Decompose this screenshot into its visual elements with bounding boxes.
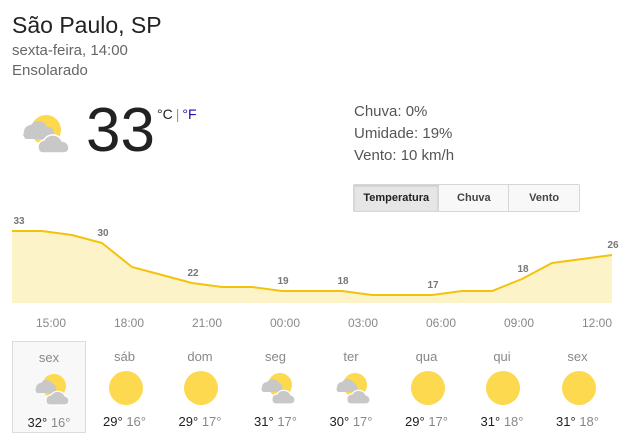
- forecast-low: 18°: [579, 414, 599, 429]
- date-time: sexta-feira, 14:00: [12, 42, 128, 59]
- forecast-low: 16°: [126, 414, 146, 429]
- x-tick-label: 09:00: [504, 316, 534, 330]
- forecast-temps: 29° 16°: [88, 414, 162, 429]
- forecast-day[interactable]: sex 31° 18°: [541, 341, 615, 433]
- forecast-day-name: sáb: [114, 349, 135, 364]
- forecast-temps: 29° 17°: [163, 414, 237, 429]
- tab-temperature[interactable]: Temperatura: [354, 185, 439, 211]
- partly-cloudy-icon: [333, 369, 371, 407]
- forecast-high: 29°: [103, 414, 123, 429]
- forecast-temps: 32° 16°: [13, 415, 85, 430]
- forecast-day-name: sex: [567, 349, 588, 364]
- wind-detail: Vento: 10 km/h: [354, 147, 455, 164]
- x-tick-label: 21:00: [192, 316, 222, 330]
- forecast-low: 17°: [428, 414, 448, 429]
- forecast-high: 29°: [178, 414, 199, 429]
- unit-switcher: °C | °F: [157, 106, 197, 122]
- sun-icon: [560, 369, 598, 407]
- partly-cloudy-icon: [32, 370, 70, 408]
- partly-cloudy-icon: [258, 369, 296, 407]
- data-label: 18: [337, 276, 349, 287]
- forecast-day-name: qua: [415, 349, 438, 364]
- forecast-high: 31°: [480, 414, 501, 429]
- forecast-day-name: dom: [187, 349, 213, 364]
- sun-icon: [107, 369, 145, 407]
- humidity-detail: Umidade: 19%: [354, 125, 453, 142]
- forecast-low: 17°: [277, 414, 297, 429]
- forecast-day-name: qui: [493, 349, 511, 364]
- x-tick-label: 06:00: [426, 316, 456, 330]
- forecast-day[interactable]: qui 31° 18°: [465, 341, 539, 433]
- unit-separator: |: [175, 106, 180, 122]
- data-label: 17: [427, 280, 439, 291]
- data-label: 18: [517, 264, 529, 275]
- forecast-day[interactable]: qua 29° 17°: [390, 341, 464, 433]
- forecast-day-name: sex: [38, 350, 60, 365]
- x-tick-label: 03:00: [348, 316, 378, 330]
- forecast-temps: 29° 17°: [390, 414, 464, 429]
- forecast-day-name: ter: [343, 349, 359, 364]
- temperature-chart: 33 30 22 19 18 17 18 26 15:00 18:00 21:00 00:00 03:0…: [12, 216, 619, 330]
- x-tick-label: 00:00: [270, 316, 300, 330]
- location-title: São Paulo, SP: [12, 12, 162, 38]
- forecast-low: 16°: [50, 415, 71, 430]
- sun-icon: [484, 369, 522, 407]
- forecast-temps: 31° 18°: [541, 414, 615, 429]
- chart-tabs: Temperatura Chuva Vento: [353, 184, 580, 212]
- forecast-day[interactable]: ter 30° 17°: [314, 341, 388, 433]
- sun-icon: [182, 369, 220, 407]
- unit-celsius[interactable]: °C: [157, 106, 173, 122]
- tab-rain[interactable]: Chuva: [438, 185, 509, 211]
- condition-text: Ensolarado: [12, 62, 88, 79]
- forecast-high: 31°: [556, 414, 576, 429]
- forecast-high: 29°: [405, 414, 425, 429]
- x-tick-label: 12:00: [582, 316, 612, 330]
- forecast-day[interactable]: sex 32° 16°: [12, 341, 86, 433]
- forecast-high: 31°: [254, 414, 274, 429]
- forecast-day-name: seg: [265, 349, 286, 364]
- forecast-low: 18°: [503, 414, 524, 429]
- forecast-low: 17°: [201, 414, 222, 429]
- x-tick-label: 18:00: [114, 316, 144, 330]
- data-label: 22: [187, 268, 199, 279]
- unit-fahrenheit-link[interactable]: °F: [182, 106, 196, 122]
- forecast-high: 32°: [27, 415, 48, 430]
- forecast-temps: 31° 18°: [465, 414, 539, 429]
- forecast-temps: 30° 17°: [314, 414, 388, 429]
- forecast-day[interactable]: seg 31° 17°: [239, 341, 313, 433]
- data-label: 26: [607, 240, 619, 251]
- forecast-high: 30°: [329, 414, 350, 429]
- data-label: 30: [97, 228, 109, 239]
- partly-cloudy-icon: [23, 115, 70, 154]
- data-label: 19: [277, 276, 289, 287]
- forecast-temps: 31° 17°: [239, 414, 313, 429]
- x-tick-label: 15:00: [36, 316, 66, 330]
- sun-icon: [409, 369, 447, 407]
- forecast-low: 17°: [352, 414, 373, 429]
- current-temperature: 33: [86, 96, 155, 165]
- rain-detail: Chuva: 0%: [354, 103, 428, 120]
- tab-wind[interactable]: Vento: [508, 185, 579, 211]
- data-label: 33: [13, 216, 25, 227]
- forecast-day[interactable]: sáb 29° 16°: [88, 341, 162, 433]
- forecast-day[interactable]: dom 29° 17°: [163, 341, 237, 433]
